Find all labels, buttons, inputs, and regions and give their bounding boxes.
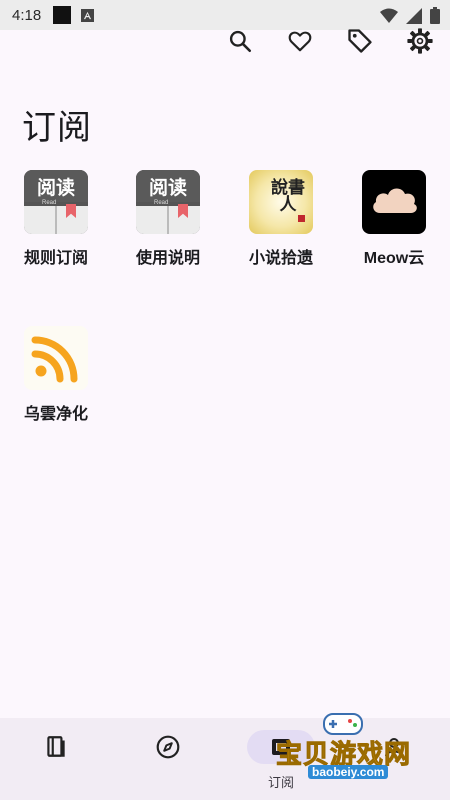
heart-icon[interactable]	[285, 26, 315, 56]
source-tile-meow-cloud[interactable]: Meow云	[346, 170, 442, 268]
book-title-text: 阅读	[24, 170, 88, 202]
source-tile-usage-guide[interactable]: 阅读 Read 使用说明	[120, 170, 216, 268]
source-tile-wuyun-purify[interactable]: 乌雲净化	[8, 326, 104, 424]
book-title-text: 阅读	[136, 170, 200, 202]
source-label: 使用说明	[135, 250, 200, 267]
nav-bookshelf[interactable]	[0, 718, 112, 800]
watermark-logo: 宝贝游戏网 baobeiy.com	[270, 708, 440, 788]
source-label: 乌雲净化	[23, 406, 88, 423]
watermark-url: baobeiy.com	[308, 765, 389, 779]
source-tile-novel-gleanings[interactable]: 說書人 小说拾遗	[233, 170, 329, 268]
status-time: 4:18	[12, 6, 42, 24]
tag-icon[interactable]	[345, 26, 375, 56]
nav-discover[interactable]	[112, 718, 224, 800]
settings-gear-icon[interactable]	[405, 26, 435, 56]
search-icon[interactable]	[225, 26, 255, 56]
notification-square-icon	[53, 6, 72, 24]
toolbar-actions	[210, 26, 450, 56]
cloud-icon	[362, 170, 426, 234]
source-label: 小说拾遗	[248, 250, 313, 267]
source-label: 规则订阅	[23, 250, 88, 267]
rss-feed-icon	[24, 326, 88, 390]
source-tile-rule-subscription[interactable]: 阅读 Read 规则订阅	[8, 170, 104, 268]
bookshelf-icon	[47, 736, 65, 757]
book-read-icon: 阅读 Read	[136, 170, 200, 234]
calligraphy-text: 說書人	[271, 178, 305, 215]
calligraphy-novel-icon: 說書人	[249, 170, 313, 234]
wifi-icon	[380, 8, 398, 23]
cell-signal-icon	[406, 7, 422, 24]
battery-icon	[430, 7, 440, 24]
android-a-icon	[81, 8, 95, 22]
page-title: 订阅	[22, 109, 92, 147]
source-label: Meow云	[363, 250, 425, 267]
compass-explore-icon	[156, 735, 180, 759]
book-read-icon: 阅读 Read	[24, 170, 88, 234]
